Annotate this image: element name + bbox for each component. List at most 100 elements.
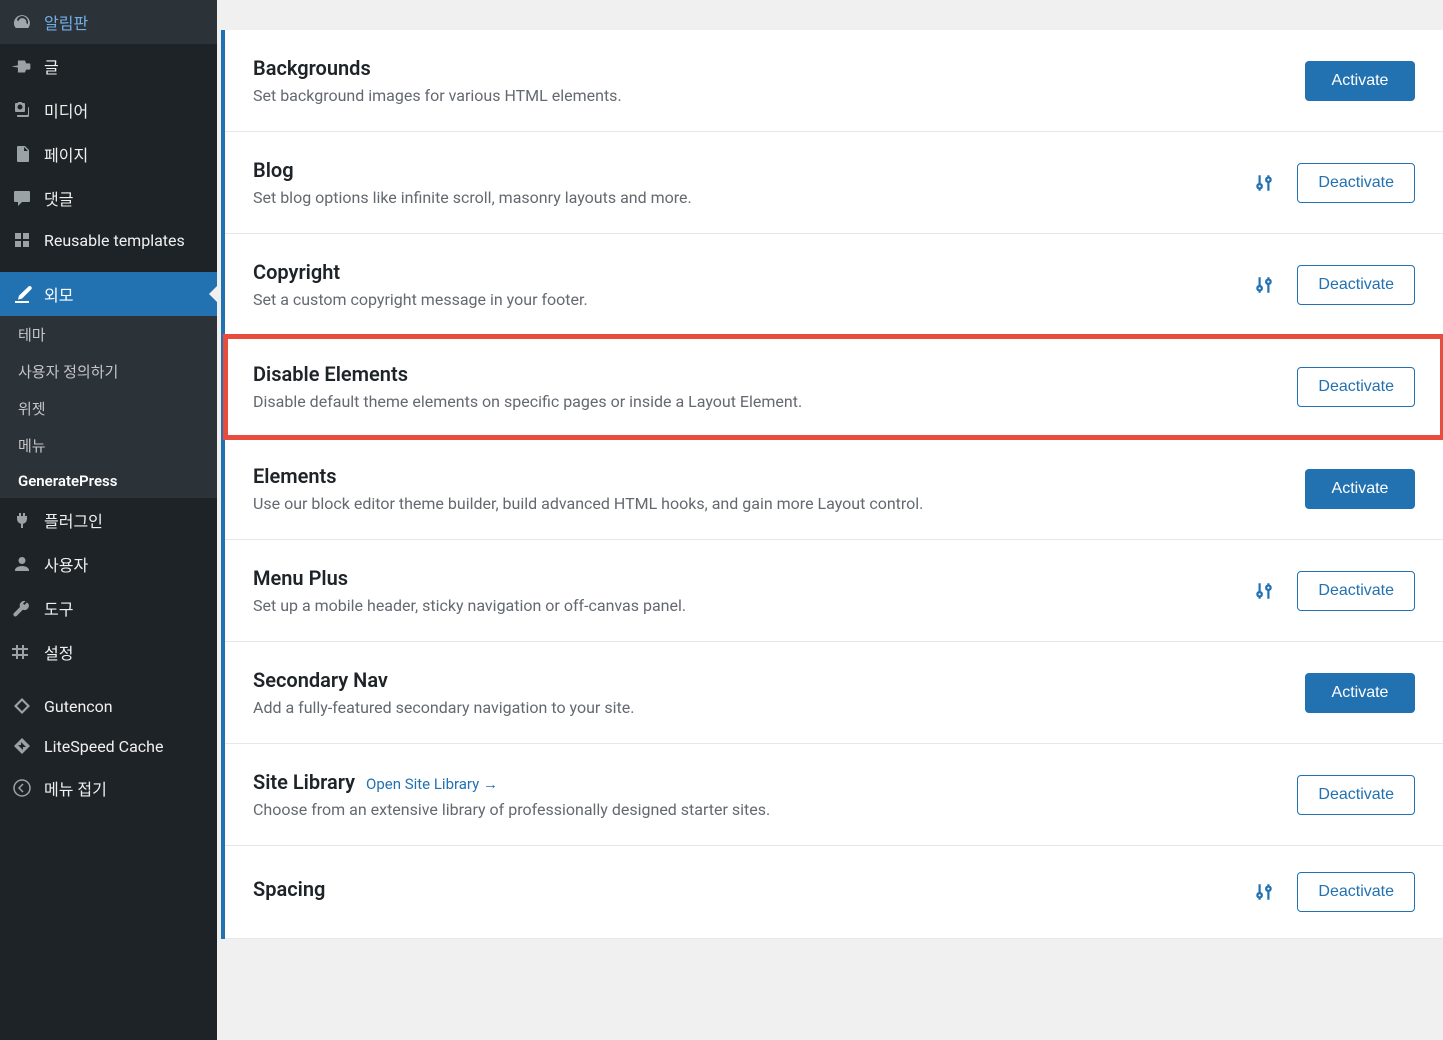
sidebar-label: 도구: [44, 596, 73, 620]
sidebar-item-1[interactable]: 글: [0, 44, 217, 88]
module-actions: Activate: [1305, 673, 1415, 713]
sidebar-item-5[interactable]: Reusable templates: [0, 220, 217, 260]
module-actions: Deactivate: [1253, 163, 1415, 203]
comment-icon: [12, 188, 32, 208]
media-icon: [12, 100, 32, 120]
deactivate-button[interactable]: Deactivate: [1297, 265, 1415, 305]
sliders-icon[interactable]: [1253, 580, 1275, 602]
sidebar-item-10[interactable]: 설정: [0, 630, 217, 674]
submenu-item-3[interactable]: 메뉴: [0, 427, 217, 464]
grid-icon: [12, 230, 32, 250]
submenu-item-4[interactable]: GeneratePress: [0, 464, 217, 498]
module-info: Spacing: [253, 877, 1253, 907]
modules-list: Backgrounds Set background images for var…: [221, 30, 1443, 939]
module-title: Secondary Nav: [253, 668, 1305, 692]
module-actions: Activate: [1305, 469, 1415, 509]
sidebar-item-0[interactable]: 알림판: [0, 0, 217, 44]
module-info: Secondary Nav Add a fully-featured second…: [253, 668, 1305, 717]
module-row-0: Backgrounds Set background images for var…: [225, 30, 1443, 132]
sidebar-item-2[interactable]: 미디어: [0, 88, 217, 132]
sidebar-label: Reusable templates: [44, 231, 185, 250]
sidebar-item-6[interactable]: 외모: [0, 272, 217, 316]
sidebar-item-12[interactable]: LiteSpeed Cache: [0, 726, 217, 766]
sidebar-label: 알림판: [44, 10, 88, 34]
module-row-1: Blog Set blog options like infinite scrol…: [225, 132, 1443, 234]
submenu-item-1[interactable]: 사용자 정의하기: [0, 353, 217, 390]
sidebar-label: 설정: [44, 640, 73, 664]
activate-button[interactable]: Activate: [1305, 61, 1415, 101]
module-row-7: Site Library Open Site Library → Choose f…: [225, 744, 1443, 846]
sidebar-label: 글: [44, 54, 59, 78]
sidebar-label: 댓글: [44, 186, 73, 210]
module-title: Copyright: [253, 260, 1253, 284]
sliders-icon[interactable]: [1253, 881, 1275, 903]
sidebar-label: 사용자: [44, 552, 88, 576]
module-title: Spacing: [253, 877, 1253, 901]
module-row-4: ElementsUse our block editor theme build…: [225, 438, 1443, 540]
sidebar-item-7[interactable]: 플러그인: [0, 498, 217, 542]
sliders-icon[interactable]: [1253, 274, 1275, 296]
module-desc: Disable default theme elements on specif…: [253, 392, 1297, 411]
module-actions: Deactivate: [1253, 265, 1415, 305]
module-desc: Use our block editor theme builder, buil…: [253, 494, 1305, 513]
sidebar-item-3[interactable]: 페이지: [0, 132, 217, 176]
sidebar-label: LiteSpeed Cache: [44, 737, 163, 756]
user-icon: [12, 554, 32, 574]
submenu-item-2[interactable]: 위젯: [0, 390, 217, 427]
submenu-item-0[interactable]: 테마: [0, 316, 217, 353]
activate-button[interactable]: Activate: [1305, 673, 1415, 713]
module-info: Blog Set blog options like infinite scrol…: [253, 158, 1253, 207]
module-actions: Deactivate: [1253, 872, 1415, 912]
main-content: Backgrounds Set background images for var…: [217, 0, 1443, 1040]
module-actions: Deactivate: [1297, 775, 1415, 815]
module-row-6: Secondary Nav Add a fully-featured second…: [225, 642, 1443, 744]
deactivate-button[interactable]: Deactivate: [1297, 571, 1415, 611]
module-title: Disable Elements: [253, 362, 1297, 386]
sidebar-item-4[interactable]: 댓글: [0, 176, 217, 220]
module-info: Copyright Set a custom copyright message …: [253, 260, 1253, 309]
module-title: Backgrounds: [253, 56, 1305, 80]
deactivate-button[interactable]: Deactivate: [1297, 163, 1415, 203]
sidebar-item-13[interactable]: 메뉴 접기: [0, 766, 217, 810]
module-info: Site Library Open Site Library → Choose f…: [253, 770, 1297, 819]
sidebar-label: 플러그인: [44, 508, 103, 532]
module-desc: Set blog options like infinite scroll, m…: [253, 188, 1253, 207]
module-desc: Set a custom copyright message in your f…: [253, 290, 1253, 309]
module-actions: Deactivate: [1253, 571, 1415, 611]
sidebar-label: 페이지: [44, 142, 88, 166]
sliders-icon[interactable]: [1253, 172, 1275, 194]
sidebar-item-11[interactable]: Gutencon: [0, 686, 217, 726]
brush-icon: [12, 284, 32, 304]
module-info: Backgrounds Set background images for var…: [253, 56, 1305, 105]
sidebar-label: 외모: [44, 282, 73, 306]
module-desc: Set up a mobile header, sticky navigatio…: [253, 596, 1253, 615]
module-desc: Add a fully-featured secondary navigatio…: [253, 698, 1305, 717]
module-row-3: Disable Elements Disable default theme el…: [225, 336, 1443, 438]
sidebar-label: 메뉴 접기: [44, 776, 107, 800]
module-row-2: Copyright Set a custom copyright message …: [225, 234, 1443, 336]
module-row-8: Spacing Deactivate: [225, 846, 1443, 939]
module-desc: Choose from an extensive library of prof…: [253, 800, 1297, 819]
wrench-icon: [12, 598, 32, 618]
activate-button[interactable]: Activate: [1305, 469, 1415, 509]
submenu: 테마사용자 정의하기위젯메뉴GeneratePress: [0, 316, 217, 498]
diamond-icon: [12, 696, 32, 716]
sidebar-item-9[interactable]: 도구: [0, 586, 217, 630]
bolt-icon: [12, 736, 32, 756]
sidebar-item-8[interactable]: 사용자: [0, 542, 217, 586]
module-info: ElementsUse our block editor theme build…: [253, 464, 1305, 513]
module-title: Site Library Open Site Library →: [253, 770, 1297, 794]
module-desc: Set background images for various HTML e…: [253, 86, 1305, 105]
dashboard-icon: [12, 12, 32, 32]
pin-icon: [12, 56, 32, 76]
sidebar-label: Gutencon: [44, 697, 113, 716]
deactivate-button[interactable]: Deactivate: [1297, 872, 1415, 912]
settings-icon: [12, 642, 32, 662]
module-link[interactable]: Open Site Library →: [366, 775, 498, 793]
page-icon: [12, 144, 32, 164]
deactivate-button[interactable]: Deactivate: [1297, 775, 1415, 815]
module-title: Blog: [253, 158, 1253, 182]
module-title: Menu Plus: [253, 566, 1253, 590]
deactivate-button[interactable]: Deactivate: [1297, 367, 1415, 407]
module-info: Disable Elements Disable default theme el…: [253, 362, 1297, 411]
